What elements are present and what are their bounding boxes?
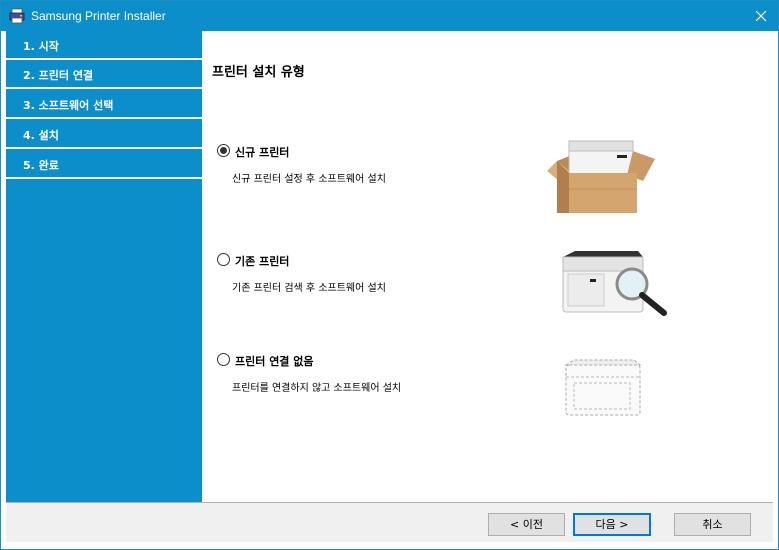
step-sidebar: 1. 시작 2. 프린터 연결 3. 소프트웨어 선택 4. 설치 5. 완료: [6, 31, 202, 502]
printer-in-box-icon: [547, 140, 655, 213]
close-icon[interactable]: [750, 5, 772, 27]
step-install: 4. 설치: [6, 120, 202, 149]
option-description: 기존 프린터 검색 후 소프트웨어 설치: [232, 283, 386, 294]
step-software-selection: 3. 소프트웨어 선택: [6, 90, 202, 119]
back-button[interactable]: < 이전: [488, 513, 565, 536]
button-bar: < 이전 다음 > 취소: [6, 502, 773, 542]
radio-existing-printer[interactable]: [217, 253, 230, 266]
option-label: 신규 프린터: [235, 146, 290, 159]
option-description: 프린터를 연결하지 않고 소프트웨어 설치: [232, 383, 402, 394]
printer-search-icon: [562, 251, 667, 316]
step-complete: 5. 완료: [6, 150, 202, 179]
option-label: 프린터 연결 없음: [235, 355, 314, 368]
window-title: Samsung Printer Installer: [31, 9, 166, 23]
radio-new-printer[interactable]: [217, 144, 230, 157]
next-button[interactable]: 다음 >: [573, 513, 651, 536]
page-title: 프린터 설치 유형: [212, 65, 305, 80]
printer-outline-icon: [564, 359, 642, 416]
content-panel: 프린터 설치 유형 신규 프린터 신규 프린터 설정 후 소프트웨어 설치 기존…: [202, 31, 772, 502]
step-printer-connection: 2. 프린터 연결: [6, 60, 202, 89]
step-start: 1. 시작: [6, 31, 202, 60]
option-description: 신규 프린터 설정 후 소프트웨어 설치: [232, 174, 386, 185]
printer-app-icon: [9, 8, 25, 24]
title-bar[interactable]: Samsung Printer Installer: [1, 1, 778, 31]
option-label: 기존 프린터: [235, 255, 290, 268]
radio-no-printer-connection[interactable]: [217, 353, 230, 366]
installer-window: Samsung Printer Installer 1. 시작 2. 프린터 연…: [0, 0, 779, 550]
cancel-button[interactable]: 취소: [674, 513, 751, 536]
